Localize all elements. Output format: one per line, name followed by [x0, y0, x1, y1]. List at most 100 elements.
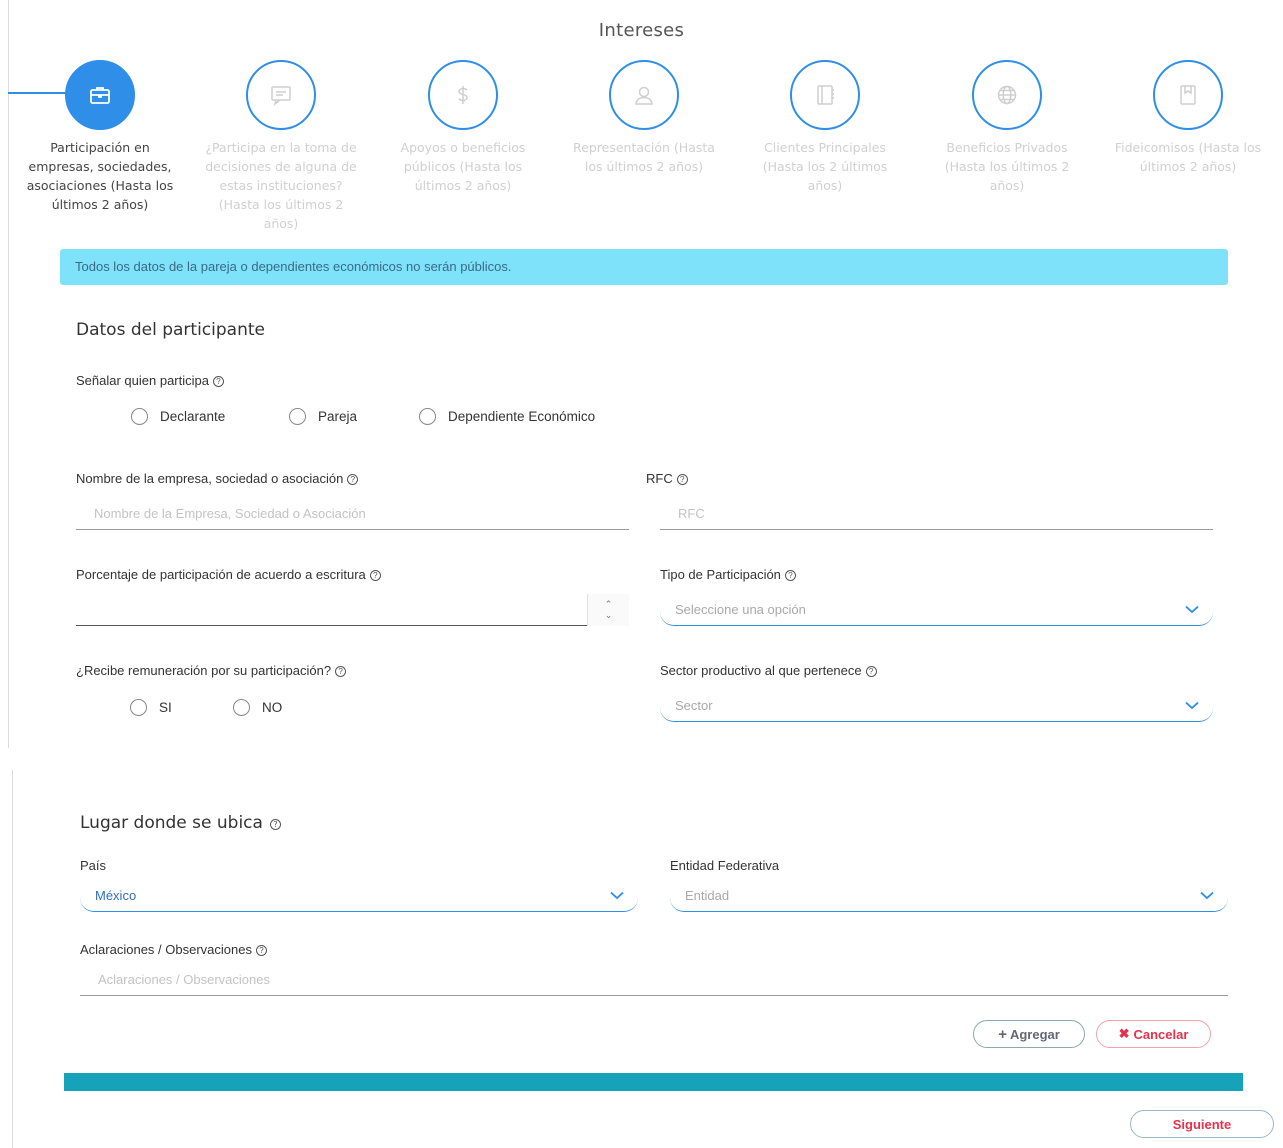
participant-section-title: Datos del participante: [76, 320, 265, 340]
remuneration-label: ¿Recibe remuneración por su participació…: [76, 663, 347, 678]
step-circle: [428, 60, 498, 130]
step-toma-decisiones[interactable]: ¿Participa en la toma de decisiones de a…: [205, 60, 357, 233]
radio-label: NO: [262, 700, 283, 715]
step-fideicomisos[interactable]: Fideicomisos (Hasta los últimos 2 años): [1112, 60, 1264, 176]
dollar-icon: [458, 86, 468, 104]
step-circle: [246, 60, 316, 130]
sector-select[interactable]: Sector: [660, 690, 1213, 722]
select-value: Entidad: [685, 888, 730, 903]
close-icon: ✖: [1118, 1026, 1130, 1041]
chevron-down-icon: [1200, 891, 1214, 899]
radio-label: Declarante: [160, 409, 226, 424]
rfc-label: RFC?: [646, 471, 688, 486]
radio-pareja[interactable]: Pareja: [289, 408, 357, 425]
state-label: Entidad Federativa: [670, 858, 780, 873]
select-value: México: [95, 888, 137, 903]
radio-si[interactable]: SI: [130, 699, 172, 716]
step-label: Representación (Hasta los últimos 2 años…: [573, 140, 715, 174]
radio-label: Pareja: [318, 409, 358, 424]
help-icon[interactable]: ?: [269, 819, 281, 830]
remuneration-text: ¿Recibe remuneración por su participació…: [76, 663, 332, 678]
notes-label: Aclaraciones / Observaciones?: [80, 942, 267, 957]
step-label: Clientes Principales (Hasta los 2 último…: [762, 140, 888, 193]
country-label: País: [80, 858, 107, 873]
company-name-label: Nombre de la empresa, sociedad o asociac…: [76, 471, 359, 486]
radio-declarante[interactable]: Declarante: [131, 408, 225, 425]
percentage-label: Porcentaje de participación de acuerdo a…: [76, 567, 381, 582]
sector-label: Sector productivo al que pertenece?: [660, 663, 877, 678]
step-label: Beneficios Privados (Hasta los últimos 2…: [944, 140, 1070, 193]
next-button[interactable]: Siguiente: [1130, 1110, 1274, 1138]
step-circle: [65, 60, 135, 130]
step-label: ¿Participa en la toma de decisiones de a…: [205, 140, 357, 231]
step-representacion[interactable]: Representación (Hasta los últimos 2 años…: [568, 60, 720, 176]
left-border-bottom: [12, 770, 13, 1148]
radio-circle[interactable]: [233, 699, 250, 716]
country-select[interactable]: México: [80, 880, 638, 912]
participation-type-select[interactable]: Seleccione una opción: [660, 594, 1213, 626]
radio-circle[interactable]: [131, 408, 148, 425]
help-icon[interactable]: ?: [255, 945, 267, 956]
step-participacion[interactable]: Participación en empresas, sociedades, a…: [24, 60, 176, 214]
step-label: Apoyos o beneficios públicos (Hasta los …: [400, 140, 526, 193]
radio-no[interactable]: NO: [233, 699, 282, 716]
help-icon[interactable]: ?: [865, 666, 877, 677]
percentage-text: Porcentaje de participación de acuerdo a…: [76, 567, 366, 582]
step-circle: [1153, 60, 1223, 130]
bookmark-icon: [1180, 85, 1196, 105]
radio-label: SI: [159, 700, 172, 715]
radio-circle[interactable]: [419, 408, 436, 425]
notes-text: Aclaraciones / Observaciones: [80, 942, 252, 957]
rfc-input[interactable]: [660, 498, 1213, 530]
radio-label: Dependiente Económico: [448, 409, 596, 424]
help-icon[interactable]: ?: [212, 376, 224, 387]
location-section-title: Lugar donde se ubica?: [80, 813, 281, 833]
chevron-down-icon: [610, 891, 624, 899]
chevron-down-icon[interactable]: ⌄: [605, 610, 613, 621]
help-icon[interactable]: ?: [676, 474, 688, 485]
chevron-down-icon: [1185, 605, 1199, 613]
radio-dependiente[interactable]: Dependiente Económico: [419, 408, 595, 425]
briefcase-icon: [90, 87, 110, 104]
add-button[interactable]: + Agregar: [973, 1020, 1085, 1048]
percentage-spinner[interactable]: ⌃ ⌄: [587, 594, 629, 626]
radio-circle[interactable]: [289, 408, 306, 425]
percentage-input[interactable]: ⌃ ⌄: [76, 594, 629, 626]
participation-type-label: Tipo de Participación?: [660, 567, 796, 582]
notes-input[interactable]: [80, 964, 1228, 996]
help-icon[interactable]: ?: [347, 474, 359, 485]
location-title-text: Lugar donde se ubica: [80, 813, 263, 833]
footer-divider-bar: [64, 1073, 1243, 1091]
step-beneficios-privados[interactable]: Beneficios Privados (Hasta los últimos 2…: [931, 60, 1083, 195]
select-value: Seleccione una opción: [675, 602, 806, 617]
sector-text: Sector productivo al que pertenece: [660, 663, 862, 678]
step-apoyos[interactable]: Apoyos o beneficios públicos (Hasta los …: [387, 60, 539, 195]
step-circle: [790, 60, 860, 130]
participation-type-text: Tipo de Participación: [660, 567, 781, 582]
select-value: Sector: [675, 698, 713, 713]
globe-icon: [997, 85, 1017, 105]
step-circle: [609, 60, 679, 130]
cancel-button[interactable]: ✖ Cancelar: [1096, 1020, 1211, 1048]
chevron-up-icon[interactable]: ⌃: [605, 599, 613, 610]
help-icon[interactable]: ?: [784, 570, 796, 581]
who-participates-text: Señalar quien participa: [76, 373, 209, 388]
user-icon: [635, 86, 653, 105]
rfc-text: RFC: [646, 471, 673, 486]
chat-icon: [271, 86, 291, 106]
radio-circle[interactable]: [130, 699, 147, 716]
chevron-down-icon: [1185, 701, 1199, 709]
help-icon[interactable]: ?: [335, 666, 347, 677]
cancel-button-label: Cancelar: [1133, 1026, 1189, 1042]
step-label: Fideicomisos (Hasta los últimos 2 años): [1114, 140, 1262, 174]
add-button-label: Agregar: [1009, 1026, 1060, 1042]
state-select[interactable]: Entidad: [670, 880, 1228, 912]
plus-icon: +: [998, 1025, 1007, 1043]
help-icon[interactable]: ?: [369, 570, 381, 581]
left-border-top: [8, 0, 9, 748]
privacy-alert: Todos los datos de la pareja o dependien…: [60, 249, 1228, 285]
step-clientes[interactable]: Clientes Principales (Hasta los 2 último…: [749, 60, 901, 195]
step-label: Participación en empresas, sociedades, a…: [26, 140, 174, 212]
company-name-input[interactable]: [76, 498, 629, 530]
notebook-icon: [817, 85, 834, 105]
